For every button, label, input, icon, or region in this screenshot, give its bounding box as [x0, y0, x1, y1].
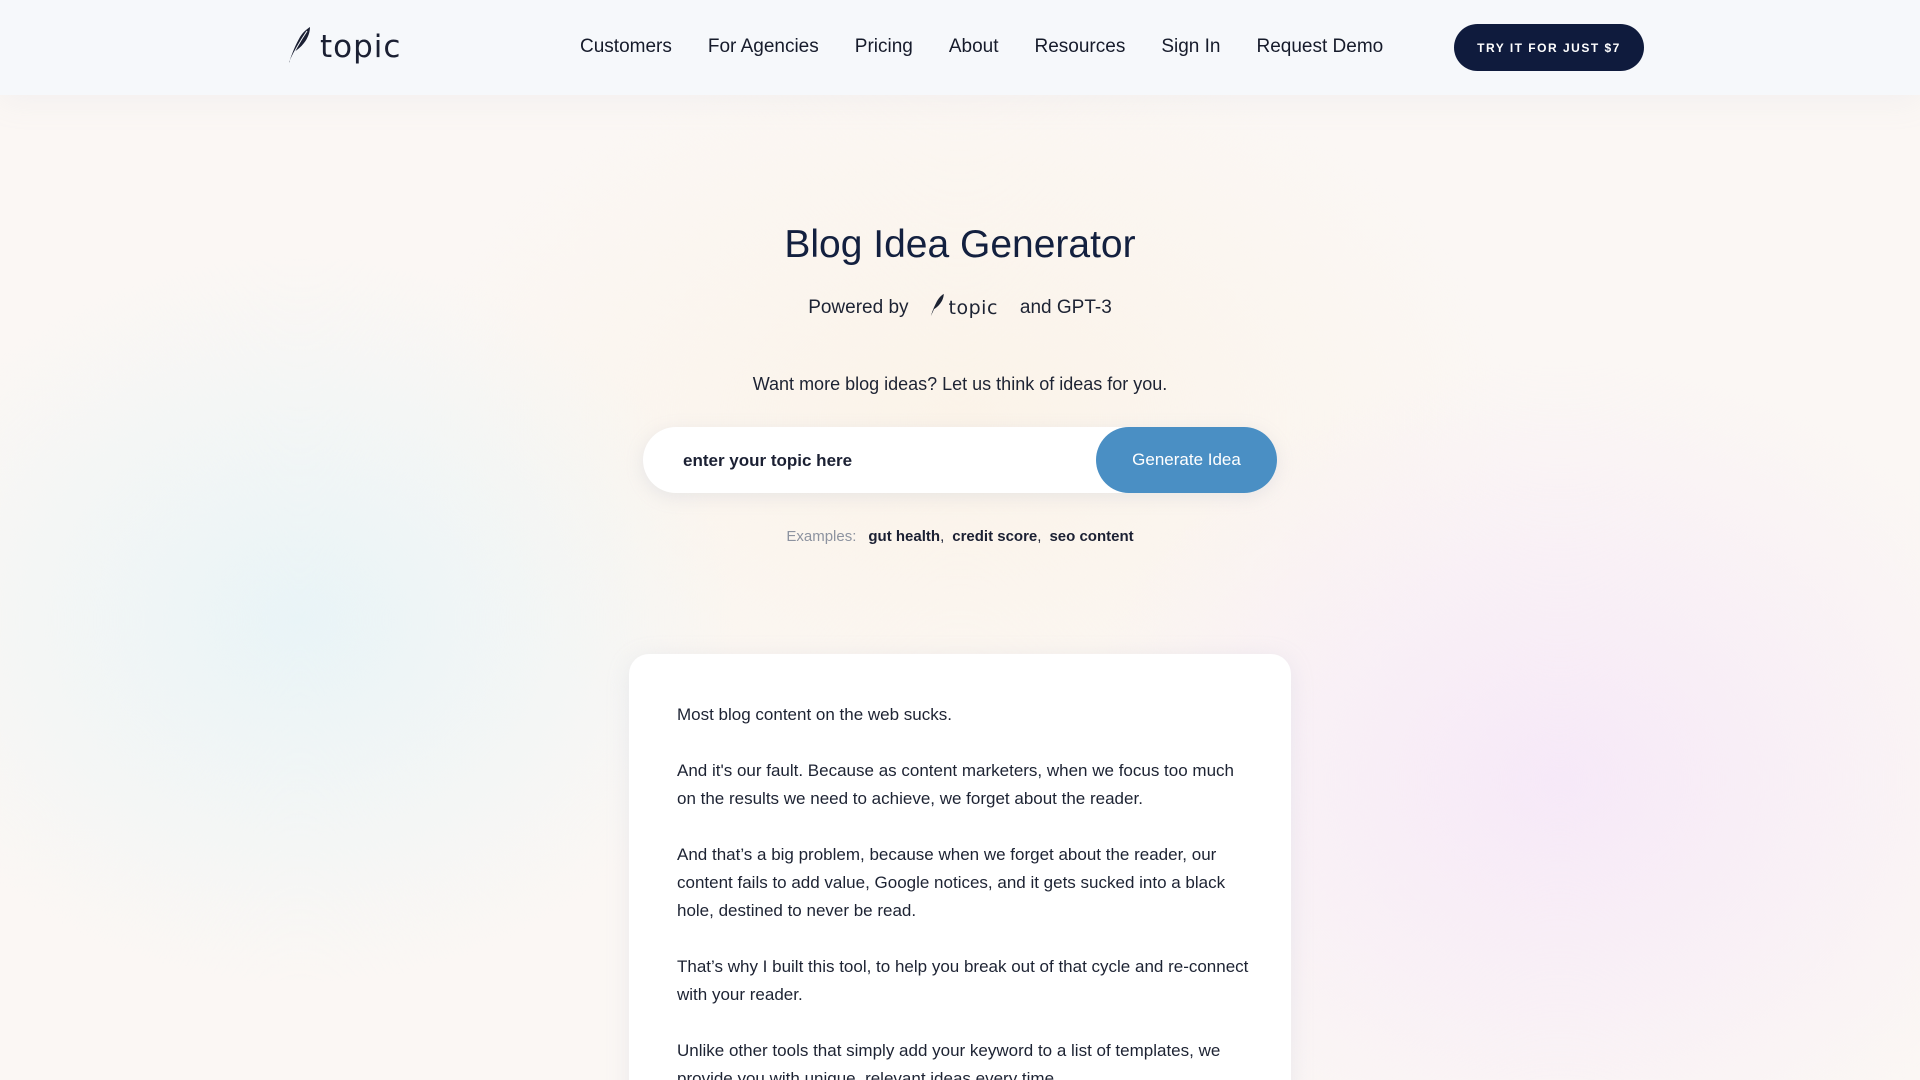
powered-prefix: Powered by [808, 297, 909, 318]
example-gut-health[interactable]: gut health [868, 528, 940, 545]
powered-by: Powered by topic and GPT-3 [0, 290, 1920, 326]
intro-paragraph: Unlike other tools that simply add your … [677, 1041, 1221, 1080]
powered-logo-text: topic [948, 297, 998, 319]
search-bar: Generate Idea [643, 427, 1277, 495]
feather-quill-icon [286, 26, 312, 69]
topic-input[interactable] [681, 427, 1105, 495]
intro-paragraph: That’s why I built this tool, to help yo… [677, 957, 1249, 1004]
powered-logo: topic [929, 293, 998, 323]
examples: Examples: gut health , credit score , se… [0, 524, 1920, 548]
site-header: topic Customers For Agencies Pricing Abo… [0, 0, 1920, 95]
page-title: Blog Idea Generator [784, 223, 1136, 266]
example-separator: , [940, 527, 945, 545]
try-it-button[interactable]: TRY IT FOR JUST $7 [1454, 24, 1644, 71]
logo-text: topic [320, 29, 402, 65]
page: topic Customers For Agencies Pricing Abo… [0, 0, 1920, 1080]
nav-for-agencies[interactable]: For Agencies [708, 27, 819, 67]
main-nav: Customers For Agencies Pricing About Res… [580, 27, 1383, 67]
nav-resources[interactable]: Resources [1035, 27, 1126, 67]
nav-sign-in[interactable]: Sign In [1161, 27, 1220, 67]
generate-idea-button[interactable]: Generate Idea [1096, 427, 1277, 493]
nav-pricing[interactable]: Pricing [855, 27, 913, 67]
intro-card-body: Most blog content on the web sucks. And … [677, 701, 1257, 1080]
nav-request-demo[interactable]: Request Demo [1256, 27, 1383, 67]
intro-paragraph: Most blog content on the web sucks. [677, 705, 952, 724]
example-separator: , [1037, 527, 1042, 545]
tagline: Want more blog ideas? Let us think of id… [752, 374, 1168, 394]
examples-label: Examples: [786, 527, 857, 545]
logo[interactable]: topic [286, 26, 402, 69]
nav-customers[interactable]: Customers [580, 27, 672, 67]
feather-quill-icon [929, 293, 945, 323]
example-credit-score[interactable]: credit score [952, 528, 1037, 545]
example-seo-content[interactable]: seo content [1049, 528, 1133, 545]
intro-paragraph: And that’s a big problem, because when w… [677, 845, 1226, 920]
powered-suffix: and GPT-3 [1019, 297, 1112, 318]
intro-paragraph: And it's our fault. Because as content m… [677, 761, 1234, 808]
intro-card: Most blog content on the web sucks. And … [629, 654, 1291, 1080]
nav-about[interactable]: About [949, 27, 999, 67]
